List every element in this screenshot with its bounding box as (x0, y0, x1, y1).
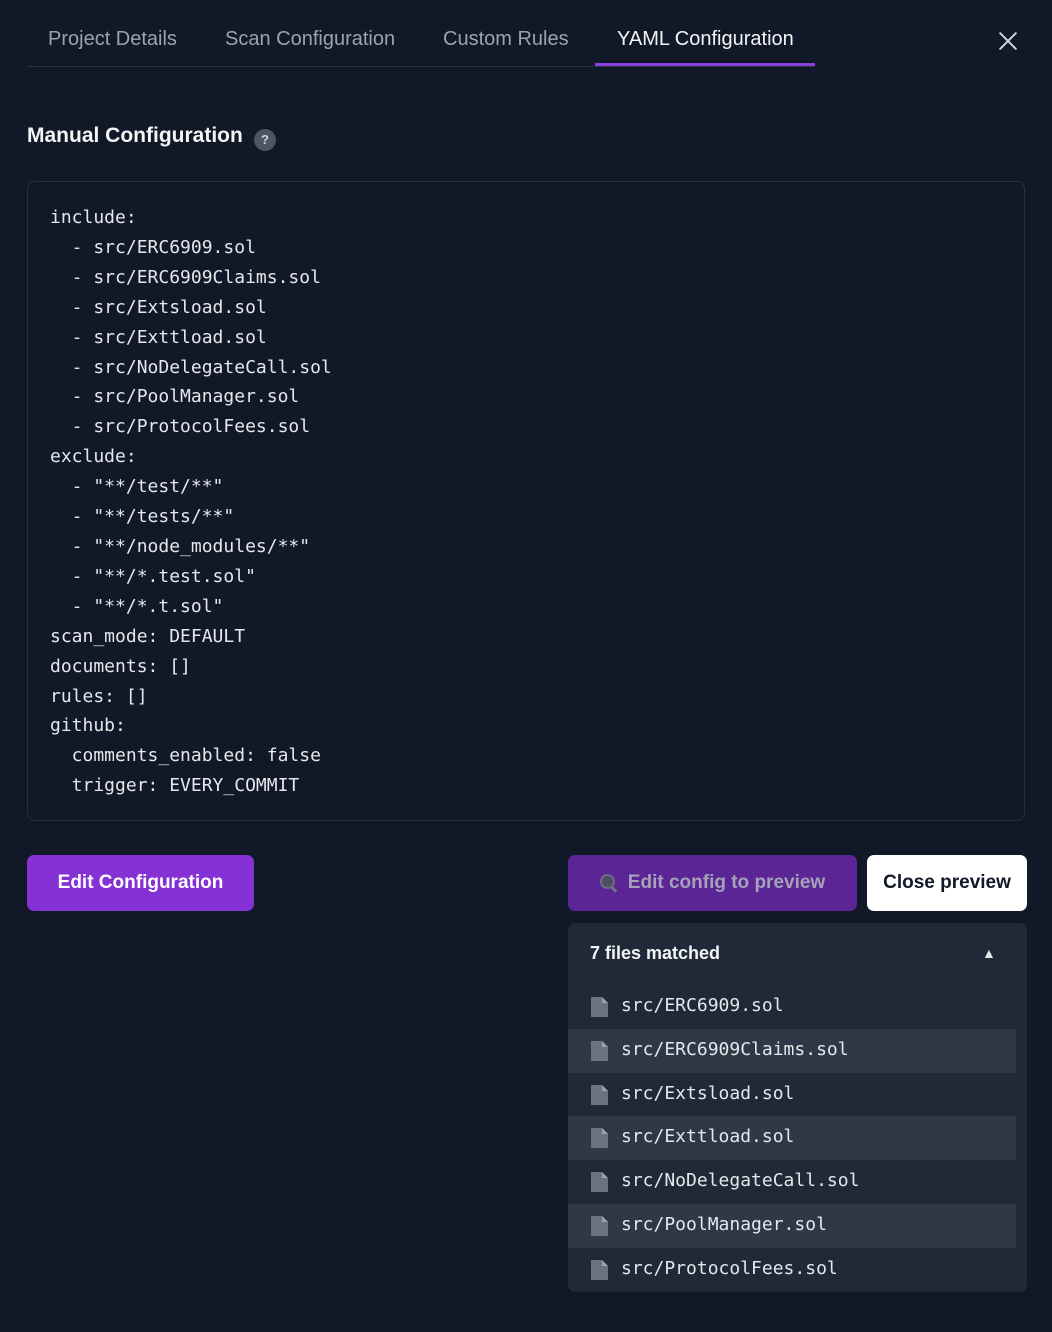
edit-config-preview-label: Edit config to preview (627, 872, 826, 893)
magnifier-icon (599, 874, 618, 892)
close-preview-button[interactable]: Close preview (867, 855, 1027, 911)
tab-scan-configuration[interactable]: Scan Configuration (225, 28, 395, 51)
file-name: src/ERC6909.sol (621, 995, 784, 1016)
file-name: src/Exttload.sol (621, 1126, 795, 1148)
file-name: src/ERC6909Claims.sol (621, 1038, 849, 1060)
file-icon (591, 1215, 608, 1236)
tab-custom-rules[interactable]: Custom Rules (443, 28, 569, 51)
matched-files-panel: 7 files matched ▲ src/ERC6909.sol src/ER… (568, 923, 1027, 1292)
list-item[interactable]: src/ProtocolFees.sol (568, 1248, 1016, 1292)
list-item[interactable]: src/PoolManager.sol (568, 1203, 1016, 1248)
matched-files-list: src/ERC6909.sol src/ERC6909Claims.sol sr… (568, 985, 1016, 1292)
close-icon[interactable] (994, 27, 1022, 55)
file-name: src/PoolManager.sol (621, 1213, 827, 1235)
help-icon[interactable]: ? (254, 129, 276, 151)
yaml-code-block: include: - src/ERC6909.sol - src/ERC6909… (27, 181, 1025, 821)
file-icon (591, 997, 608, 1017)
edit-configuration-button[interactable]: Edit Configuration (27, 855, 254, 911)
tab-project-details[interactable]: Project Details (48, 28, 177, 51)
list-item[interactable]: src/Exttload.sol (568, 1116, 1016, 1161)
file-icon (591, 1259, 608, 1280)
matched-files-title: 7 files matched (590, 943, 721, 963)
active-tab-indicator (595, 63, 815, 66)
section-title: Manual Configuration (27, 124, 243, 147)
file-name: src/ProtocolFees.sol (621, 1257, 838, 1279)
file-icon (591, 1084, 608, 1105)
list-item[interactable]: src/NoDelegateCall.sol (568, 1160, 1016, 1204)
edit-config-preview-button[interactable]: Edit config to preview (568, 855, 857, 911)
tab-yaml-configuration[interactable]: YAML Configuration (617, 28, 794, 51)
list-item[interactable]: src/ERC6909Claims.sol (568, 1028, 1016, 1073)
file-icon (591, 1172, 608, 1193)
file-icon (591, 1128, 608, 1149)
collapse-chevron-icon[interactable]: ▲ (982, 945, 996, 961)
file-name: src/Extsload.sol (621, 1082, 795, 1104)
file-name: src/NoDelegateCall.sol (621, 1170, 860, 1192)
file-icon (591, 1040, 608, 1061)
tabs-divider (27, 66, 815, 67)
config-modal: Project Details Scan Configuration Custo… (0, 0, 1052, 1332)
edit-configuration-label: Edit Configuration (57, 872, 224, 893)
list-item[interactable]: src/Extsload.sol (568, 1073, 1016, 1117)
close-preview-label: Close preview (883, 872, 1011, 893)
yaml-code-text: include: - src/ERC6909.sol - src/ERC6909… (50, 207, 332, 797)
list-item[interactable]: src/ERC6909.sol (568, 985, 1016, 1029)
